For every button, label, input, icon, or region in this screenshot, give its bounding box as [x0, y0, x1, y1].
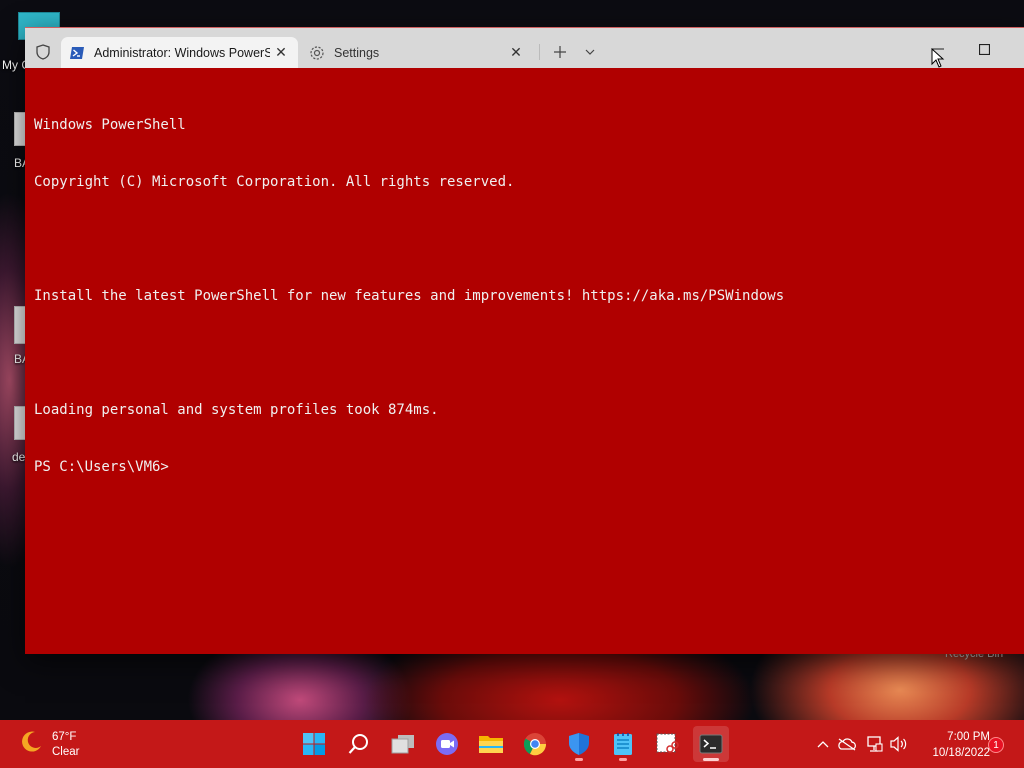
tab-dropdown-button[interactable]	[579, 41, 601, 63]
chevron-up-icon	[817, 741, 829, 748]
terminal-line: Install the latest PowerShell for new fe…	[34, 288, 785, 304]
title-bar[interactable]: Administrator: Windows PowerShell ✕ Sett…	[25, 28, 1024, 68]
snipping-tool-button[interactable]	[649, 726, 685, 762]
notepad-button[interactable]	[605, 726, 641, 762]
start-button[interactable]	[296, 726, 332, 762]
terminal-line: Copyright (C) Microsoft Corporation. All…	[34, 174, 515, 190]
weather-widget[interactable]: 67°F Clear	[18, 729, 79, 760]
admin-shield-icon	[33, 42, 53, 62]
onedrive-button[interactable]	[837, 734, 857, 754]
search-icon	[348, 734, 368, 754]
chrome-button[interactable]	[517, 726, 553, 762]
video-chat-icon	[436, 733, 458, 755]
running-indicator	[619, 758, 627, 761]
close-tab-icon[interactable]: ✕	[270, 42, 292, 64]
search-button[interactable]	[341, 726, 377, 762]
maximize-icon	[978, 43, 990, 55]
terminal-output[interactable]: Windows PowerShell Copyright (C) Microso…	[34, 78, 1014, 515]
chevron-down-icon	[585, 49, 595, 55]
notification-badge[interactable]: 1	[988, 737, 1004, 753]
snipping-tool-icon	[656, 733, 679, 753]
mouse-cursor-icon	[931, 47, 945, 73]
shield-icon	[569, 733, 589, 755]
terminal-icon	[699, 734, 723, 754]
tab-powershell[interactable]: Administrator: Windows PowerShell ✕	[61, 37, 298, 68]
clock-date: 10/18/2022	[932, 747, 990, 759]
volume-icon	[890, 736, 907, 752]
gear-icon	[309, 45, 325, 61]
powershell-icon	[69, 45, 85, 61]
folder-icon	[479, 736, 503, 753]
terminal-prompt[interactable]: PS C:\Users\VM6>	[34, 458, 1014, 477]
volume-button[interactable]	[889, 734, 909, 754]
maximize-button[interactable]	[961, 38, 1007, 60]
tab-settings[interactable]: Settings ✕	[301, 37, 533, 68]
new-tab-button[interactable]	[549, 41, 571, 63]
task-view-button[interactable]	[385, 726, 421, 762]
notepad-icon	[614, 733, 632, 755]
terminal-button[interactable]	[693, 726, 729, 762]
weather-condition: Clear	[52, 745, 80, 758]
file-explorer-button[interactable]	[473, 726, 509, 762]
tab-divider	[539, 44, 540, 60]
network-button[interactable]	[864, 734, 884, 754]
chat-button[interactable]	[429, 726, 465, 762]
desktop-icon-label[interactable]: de	[12, 450, 25, 464]
terminal-line: Windows PowerShell	[34, 117, 186, 133]
chrome-icon	[523, 733, 547, 756]
task-view-icon	[391, 735, 414, 754]
close-tab-icon[interactable]: ✕	[505, 42, 527, 64]
show-hidden-icons-button[interactable]	[813, 734, 833, 754]
defender-button[interactable]	[561, 726, 597, 762]
windows-logo-icon	[303, 733, 325, 755]
network-icon	[867, 736, 883, 752]
clock-time: 7:00 PM	[947, 731, 990, 743]
moon-icon	[18, 729, 44, 760]
tab-title: Administrator: Windows PowerShell	[94, 45, 270, 60]
terminal-line: Loading personal and system profiles too…	[34, 402, 439, 418]
weather-temp: 67°F	[52, 730, 77, 743]
tab-title: Settings	[334, 45, 380, 60]
terminal-window[interactable]: Administrator: Windows PowerShell ✕ Sett…	[25, 27, 1024, 654]
running-indicator	[575, 758, 583, 761]
onedrive-icon	[838, 738, 856, 751]
clock[interactable]: 7:00 PM 10/18/2022	[912, 729, 990, 761]
plus-icon	[554, 46, 566, 58]
active-indicator	[703, 758, 719, 761]
